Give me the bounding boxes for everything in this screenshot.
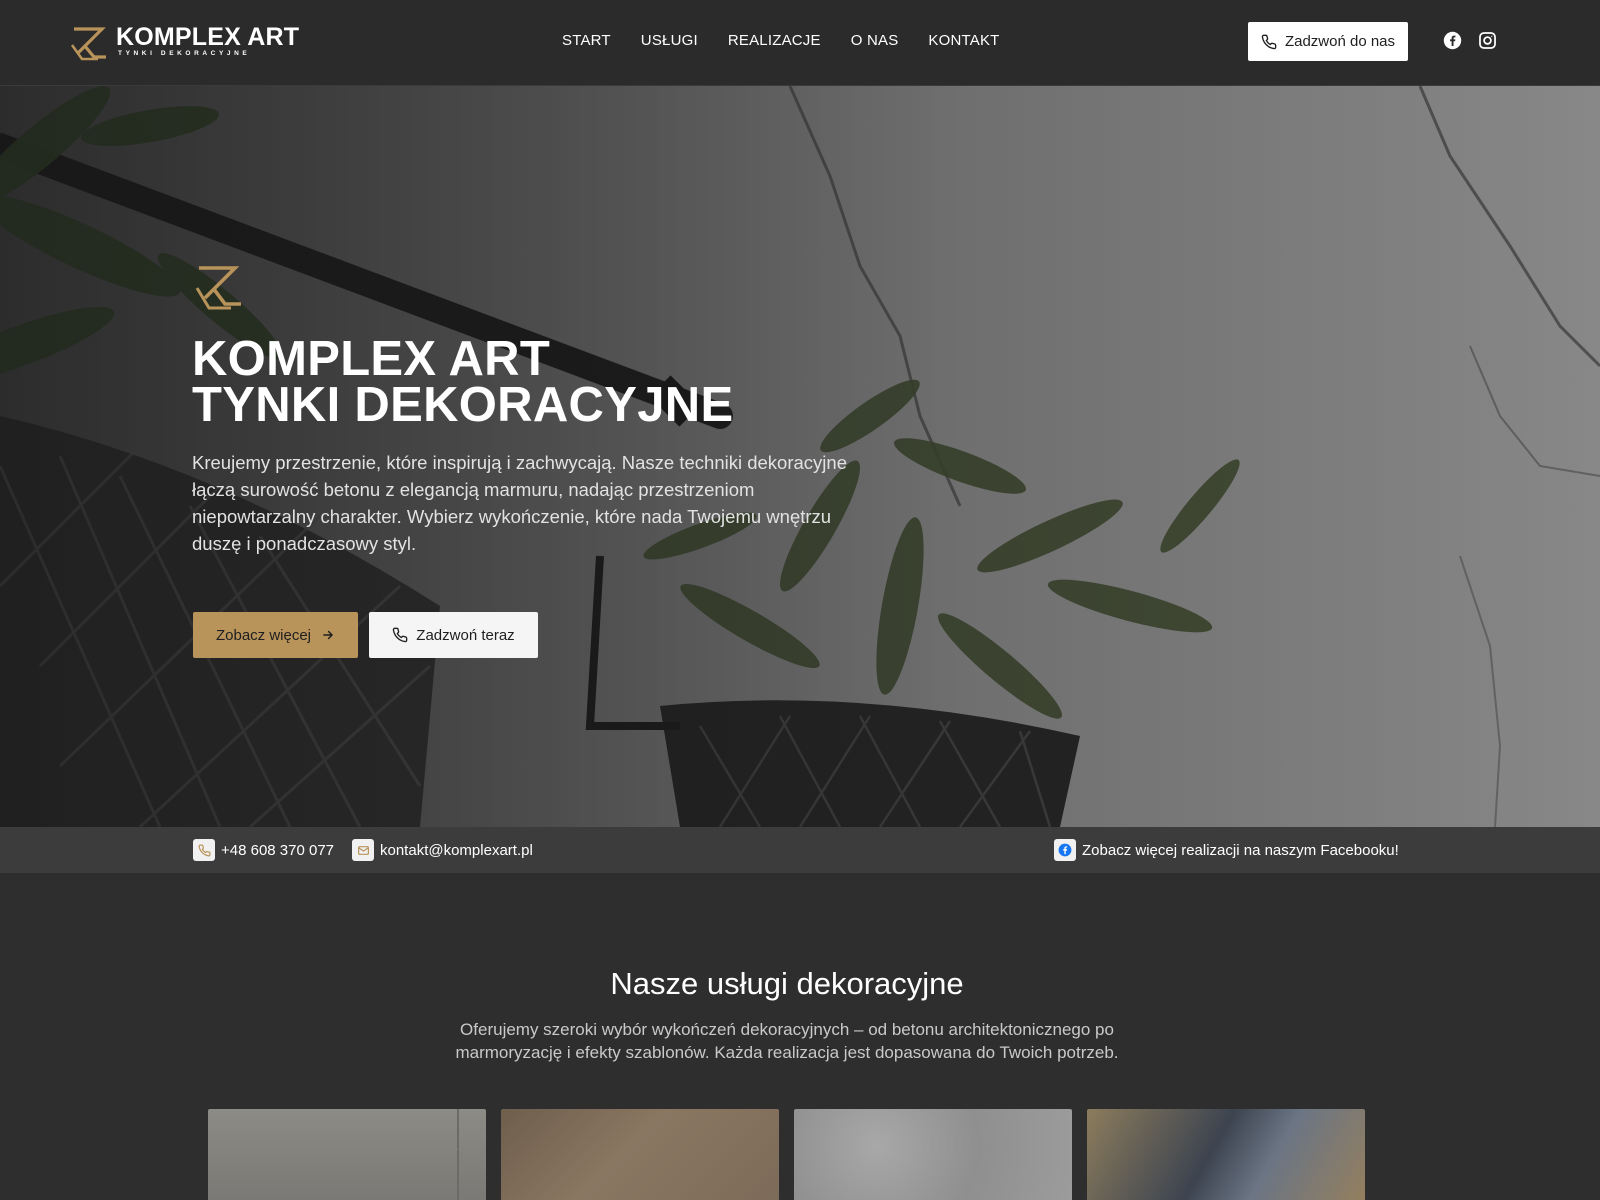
phone-number: +48 608 370 077 [221, 841, 335, 859]
hero-description: Kreujemy przestrzenie, które inspirują i… [192, 452, 847, 554]
service-card-texture[interactable] [794, 1109, 1072, 1200]
main-nav: START USŁUGI REALIZACJE O NAS KONTAKT [562, 32, 1000, 49]
logo-tagline: TYNKI DEKORACYJNE [118, 50, 251, 57]
phone-icon [393, 627, 408, 643]
service-image [208, 1109, 459, 1200]
services-title: Nasze usługi dekoracyjne [610, 966, 964, 1001]
logo[interactable]: KOMPLEX ART TYNKI DEKORACYJNE [68, 19, 299, 63]
see-more-button[interactable]: Zobacz więcej [193, 612, 358, 658]
hero-title-line1: KOMPLEX ART [192, 332, 551, 386]
service-card-marble[interactable] [1087, 1109, 1365, 1200]
services-section: Nasze usługi dekoracyjne Oferujemy szero… [0, 873, 1600, 1200]
contact-bar: +48 608 370 077 kontakt@komplexart.pl Zo… [0, 827, 1600, 873]
nav-realizacje[interactable]: REALIZACJE [728, 32, 821, 49]
hero-section: KOMPLEX ART TYNKI DEKORACYJNE Kreujemy p… [0, 86, 1600, 827]
phone-icon [1261, 34, 1277, 49]
instagram-icon[interactable] [1478, 31, 1497, 50]
email-address: kontakt@komplexart.pl [380, 841, 533, 859]
nav-start[interactable]: START [562, 32, 611, 49]
services-description: Oferujemy szeroki wybór wykończeń dekora… [455, 1020, 1119, 1062]
email-link[interactable]: kontakt@komplexart.pl [352, 839, 533, 861]
hero-title: KOMPLEX ART TYNKI DEKORACYJNE [192, 332, 734, 432]
nav-uslugi[interactable]: USŁUGI [641, 32, 698, 49]
service-card-concrete[interactable] [208, 1109, 486, 1200]
service-card-stone[interactable] [501, 1109, 779, 1200]
mail-icon [352, 839, 374, 861]
phone-link[interactable]: +48 608 370 077 [193, 839, 334, 861]
logo-name: KOMPLEX ART [116, 23, 300, 51]
nav-o-nas[interactable]: O NAS [851, 32, 899, 49]
nav-kontakt[interactable]: KONTAKT [928, 32, 999, 49]
facebook-icon [1054, 839, 1076, 861]
call-us-button[interactable]: Zadzwoń do nas [1248, 22, 1408, 61]
facebook-text: Zobacz więcej realizacji na naszym Faceb… [1082, 841, 1399, 859]
see-more-label: Zobacz więcej [215, 626, 312, 644]
social-links [1443, 31, 1497, 50]
brand-mark-icon [195, 266, 241, 310]
site-header: KOMPLEX ART TYNKI DEKORACYJNE START USŁU… [0, 0, 1600, 86]
phone-icon [193, 839, 215, 861]
logo-mark-icon [70, 27, 106, 61]
facebook-link[interactable]: Zobacz więcej realizacji na naszym Faceb… [1054, 839, 1399, 861]
hero-title-line2: TYNKI DEKORACYJNE [192, 378, 734, 432]
facebook-icon[interactable] [1443, 31, 1462, 50]
call-now-label: Zadzwoń teraz [416, 626, 515, 644]
call-us-label: Zadzwoń do nas [1284, 33, 1396, 50]
arrow-right-icon [323, 630, 333, 640]
call-now-button[interactable]: Zadzwoń teraz [369, 612, 538, 658]
